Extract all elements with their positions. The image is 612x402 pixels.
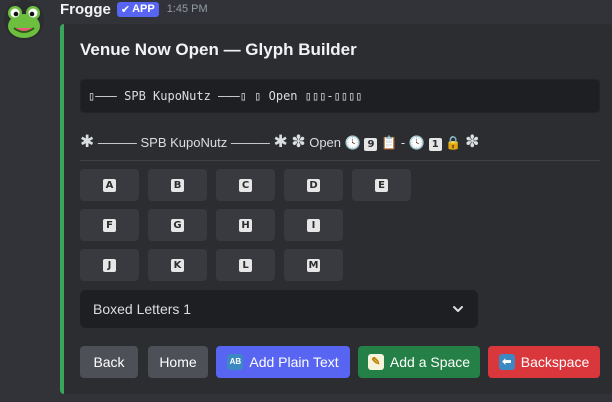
letter-button-j[interactable]: J bbox=[80, 249, 139, 281]
timestamp: 1:45 PM bbox=[166, 3, 208, 15]
embed: Venue Now Open — Glyph Builder ▯——— SPB … bbox=[60, 24, 612, 394]
chevron-down-icon bbox=[453, 306, 463, 312]
message-header: Frogge ✔ APP 1:45 PM bbox=[60, 0, 208, 18]
checkmark-icon: ✔ bbox=[120, 3, 131, 16]
letter-button-l[interactable]: L bbox=[216, 249, 275, 281]
divider bbox=[80, 160, 600, 161]
abcd-icon: AB bbox=[227, 354, 244, 370]
dash-icon: - bbox=[400, 135, 406, 150]
letter-button-h[interactable]: H bbox=[216, 209, 275, 241]
backspace-button[interactable]: ⬅ Backspace bbox=[488, 346, 600, 378]
code-block: ▯——— SPB KupoNutz ———▯ ▯ Open ▯▯▯-▯▯▯▯ bbox=[80, 79, 600, 113]
home-button[interactable]: Home bbox=[148, 346, 208, 378]
boxed-glyph-icon: 9 bbox=[364, 138, 378, 151]
letter-button-f[interactable]: F bbox=[80, 209, 139, 241]
letter-button-k[interactable]: K bbox=[148, 249, 207, 281]
app-badge: ✔ APP bbox=[116, 1, 159, 17]
boxed-glyph-icon: 1 bbox=[428, 138, 442, 151]
back-button[interactable]: Back bbox=[80, 346, 138, 378]
letter-button-c[interactable]: C bbox=[216, 169, 275, 201]
embed-title: Venue Now Open — Glyph Builder bbox=[80, 40, 357, 59]
username[interactable]: Frogge bbox=[60, 1, 111, 18]
letter-button-g[interactable]: G bbox=[148, 209, 207, 241]
clipboard-icon: 📋 bbox=[381, 135, 398, 150]
left-arrow-icon: ⬅ bbox=[498, 354, 515, 370]
letter-button-m[interactable]: M bbox=[284, 249, 343, 281]
flower-icon: ✽ bbox=[291, 132, 306, 151]
letter-button-b[interactable]: B bbox=[148, 169, 207, 201]
select-value: Boxed Letters 1 bbox=[93, 301, 192, 317]
avatar[interactable] bbox=[4, 0, 44, 40]
asterisk-icon: ✱ bbox=[273, 132, 288, 151]
letter-button-d[interactable]: D bbox=[284, 169, 343, 201]
memo-icon: ✎ bbox=[367, 354, 384, 370]
clock-icon: 🕓 bbox=[408, 135, 426, 150]
frog-avatar-icon bbox=[4, 0, 44, 40]
add-space-button[interactable]: ✎ Add a Space bbox=[358, 346, 480, 378]
font-style-select[interactable]: Boxed Letters 1 bbox=[80, 290, 478, 328]
clock-icon: 🕓 bbox=[344, 135, 361, 150]
letter-button-a[interactable]: A bbox=[80, 169, 139, 201]
asterisk-icon: ✱ bbox=[80, 132, 95, 151]
add-plain-text-button[interactable]: AB Add Plain Text bbox=[216, 346, 350, 378]
letter-button-e[interactable]: E bbox=[352, 169, 411, 201]
glyph-preview: ✱ ——— SPB KupoNutz ——— ✱ ✽ Open 🕓 9 📋 - … bbox=[80, 132, 480, 151]
bot-message: Frogge ✔ APP 1:45 PM Venue Now Open — Gl… bbox=[0, 0, 612, 402]
lock-icon: 🔒 bbox=[445, 135, 462, 150]
flower-icon: ✽ bbox=[465, 132, 480, 151]
letter-button-i[interactable]: I bbox=[284, 209, 343, 241]
